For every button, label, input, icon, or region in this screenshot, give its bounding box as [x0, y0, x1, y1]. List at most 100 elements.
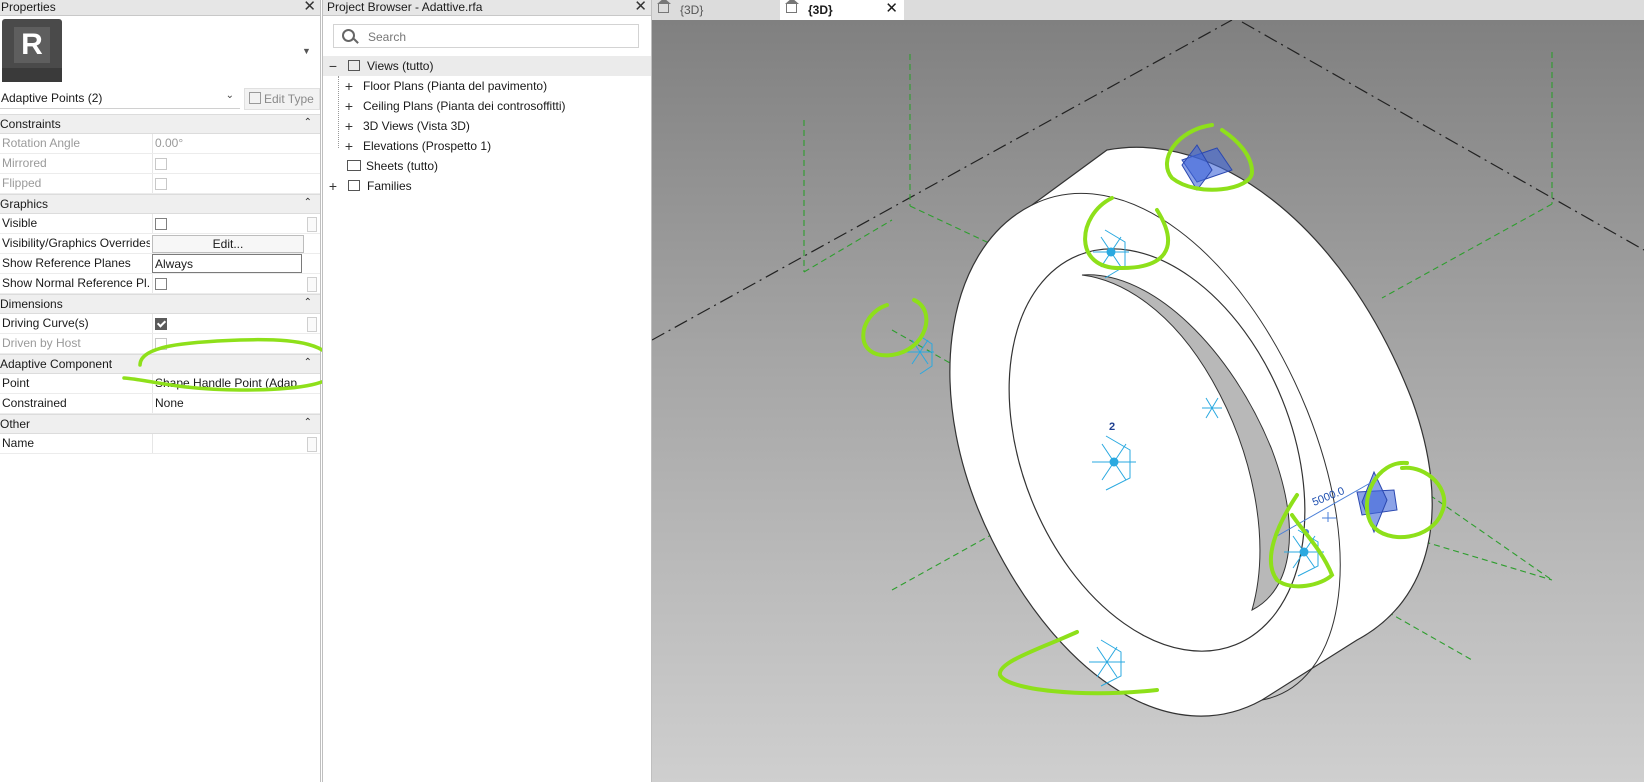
property-label: Mirrored [2, 156, 47, 170]
point-type-value[interactable]: Shape Handle Point (Adap... [152, 374, 302, 393]
revit-logo-icon: R [14, 27, 50, 63]
collapse-icon[interactable]: ⌃ [304, 194, 312, 212]
tree-node-floor-plans[interactable]: + Floor Plans (Pianta del pavimento) [323, 76, 651, 96]
row-mirrored: Mirrored [0, 154, 320, 174]
families-icon [348, 180, 360, 191]
project-browser-title: Project Browser - Adattive.rfa [327, 0, 483, 14]
property-label: Name [2, 436, 35, 450]
expand-toggle-icon[interactable]: + [343, 96, 355, 116]
tree-node-views[interactable]: − Views (tutto) [323, 56, 651, 76]
property-label: Visibility/Graphics Overrides [2, 236, 150, 250]
expand-toggle-icon[interactable]: + [327, 176, 339, 196]
row-rotation-angle: Rotation Angle 0.00° [0, 134, 320, 154]
collapse-toggle-icon[interactable]: − [327, 56, 339, 76]
vg-overrides-edit-button[interactable]: Edit... [152, 235, 304, 253]
property-label: Driven by Host [2, 336, 81, 350]
property-label: Flipped [2, 176, 42, 190]
view-tab-bar: {3D} {3D} ✕ [652, 0, 1644, 20]
edit-type-icon [249, 92, 261, 104]
tree-node-3d-views[interactable]: + 3D Views (Vista 3D) [323, 116, 651, 136]
row-name: Name [0, 434, 320, 454]
home-icon [657, 0, 671, 13]
collapse-icon[interactable]: ⌃ [304, 114, 312, 132]
instance-filter-label: Adaptive Points (2) [1, 91, 103, 105]
tree-node-elevations[interactable]: + Elevations (Prospetto 1) [323, 136, 651, 156]
home-icon [785, 0, 799, 13]
row-point: Point Shape Handle Point (Adap... [0, 374, 320, 394]
view-tab-3d-active[interactable]: {3D} ✕ [780, 0, 904, 20]
section-constraints[interactable]: Constraints ⌃ [0, 114, 320, 134]
driving-curves-checkbox[interactable] [155, 318, 167, 330]
expand-toggle-icon[interactable]: + [343, 136, 355, 156]
associate-parameter-button[interactable] [307, 217, 317, 232]
row-show-reference-planes: Show Reference Planes Always [0, 254, 320, 274]
views-icon [348, 60, 360, 71]
tree-node-label: Ceiling Plans (Pianta dei controsoffitti… [363, 99, 566, 113]
tree-node-families[interactable]: + Families [323, 176, 651, 196]
show-normal-ref-checkbox[interactable] [155, 278, 167, 290]
section-label: Dimensions [0, 297, 63, 311]
tree-node-label: 3D Views (Vista 3D) [363, 119, 470, 133]
collapse-icon[interactable]: ⌃ [304, 414, 312, 432]
section-label: Other [0, 417, 31, 431]
tree-node-label: Views (tutto) [367, 59, 434, 73]
tree-node-sheets[interactable]: Sheets (tutto) [323, 156, 651, 176]
close-tab-icon[interactable]: ✕ [885, 0, 898, 19]
edit-type-button[interactable]: Edit Type [244, 88, 320, 110]
instance-filter-dropdown[interactable]: Adaptive Points (2) ⌄ [0, 88, 240, 109]
property-label: Point [2, 376, 30, 390]
constrained-value[interactable]: None [152, 394, 302, 413]
section-label: Constraints [0, 117, 61, 131]
associate-parameter-button[interactable] [307, 437, 317, 452]
properties-title: Properties [1, 0, 56, 14]
mirrored-checkbox [155, 158, 167, 170]
associate-parameter-button[interactable] [307, 317, 317, 332]
sheets-icon [347, 160, 361, 171]
show-reference-planes-select[interactable]: Always [152, 254, 302, 273]
tree-node-ceiling-plans[interactable]: + Ceiling Plans (Pianta dei controsoffit… [323, 96, 651, 116]
row-show-normal-ref: Show Normal Reference Pl... [0, 274, 320, 294]
section-graphics[interactable]: Graphics ⌃ [0, 194, 320, 214]
view-area: {3D} {3D} ✕ 5000.0 2 [652, 0, 1644, 782]
tree-node-label: Sheets (tutto) [366, 159, 439, 173]
flipped-checkbox [155, 178, 167, 190]
property-label: Driving Curve(s) [2, 316, 89, 330]
chevron-down-icon: ⌄ [225, 90, 234, 101]
associate-parameter-button[interactable] [307, 277, 317, 292]
visible-checkbox[interactable] [155, 218, 167, 230]
collapse-icon[interactable]: ⌃ [304, 354, 312, 372]
view-tab-label: {3D} [808, 3, 833, 17]
project-browser-title-bar: Project Browser - Adattive.rfa ✕ [323, 0, 651, 16]
search-icon [342, 29, 355, 42]
properties-title-bar: Properties ✕ [0, 0, 320, 16]
expand-toggle-icon[interactable]: + [343, 116, 355, 136]
type-selector-dropdown-icon[interactable]: ▼ [302, 46, 311, 56]
collapse-icon[interactable]: ⌃ [304, 294, 312, 312]
property-label: Visible [2, 216, 38, 230]
tree-node-label: Floor Plans (Pianta del pavimento) [363, 79, 548, 93]
properties-close-icon[interactable]: ✕ [303, 0, 316, 14]
rotation-angle-value: 0.00° [152, 134, 302, 153]
section-other[interactable]: Other ⌃ [0, 414, 320, 434]
project-browser-close-icon[interactable]: ✕ [634, 0, 647, 14]
properties-grid: Constraints ⌃ Rotation Angle 0.00° Mirrore… [0, 114, 320, 454]
browser-tree: − Views (tutto) + Floor Plans (Pianta de… [323, 56, 651, 196]
section-dimensions[interactable]: Dimensions ⌃ [0, 294, 320, 314]
3d-view-canvas[interactable]: 5000.0 2 [652, 20, 1644, 782]
properties-panel: Properties ✕ R ▼ Adaptive Points (2) ⌄ E… [0, 0, 338, 782]
row-driving-curves: Driving Curve(s) [0, 314, 320, 334]
tree-node-label: Elevations (Prospetto 1) [363, 139, 492, 153]
view-tab-3d-inactive[interactable]: {3D} [652, 0, 780, 20]
expand-toggle-icon[interactable]: + [343, 76, 355, 96]
family-type-icon[interactable]: R [2, 19, 62, 82]
project-browser-panel: Project Browser - Adattive.rfa ✕ − Views… [322, 0, 652, 782]
browser-search-input[interactable] [366, 28, 630, 46]
section-adaptive-component[interactable]: Adaptive Component ⌃ [0, 354, 320, 374]
name-value[interactable] [152, 434, 302, 453]
view-tab-label: {3D} [680, 3, 704, 17]
property-label: Show Reference Planes [2, 256, 131, 270]
row-vg-overrides: Visibility/Graphics Overrides Edit... [0, 234, 320, 254]
row-driven-by-host: Driven by Host [0, 334, 320, 354]
section-label: Adaptive Component [0, 357, 113, 371]
property-label: Show Normal Reference Pl... [2, 276, 150, 290]
